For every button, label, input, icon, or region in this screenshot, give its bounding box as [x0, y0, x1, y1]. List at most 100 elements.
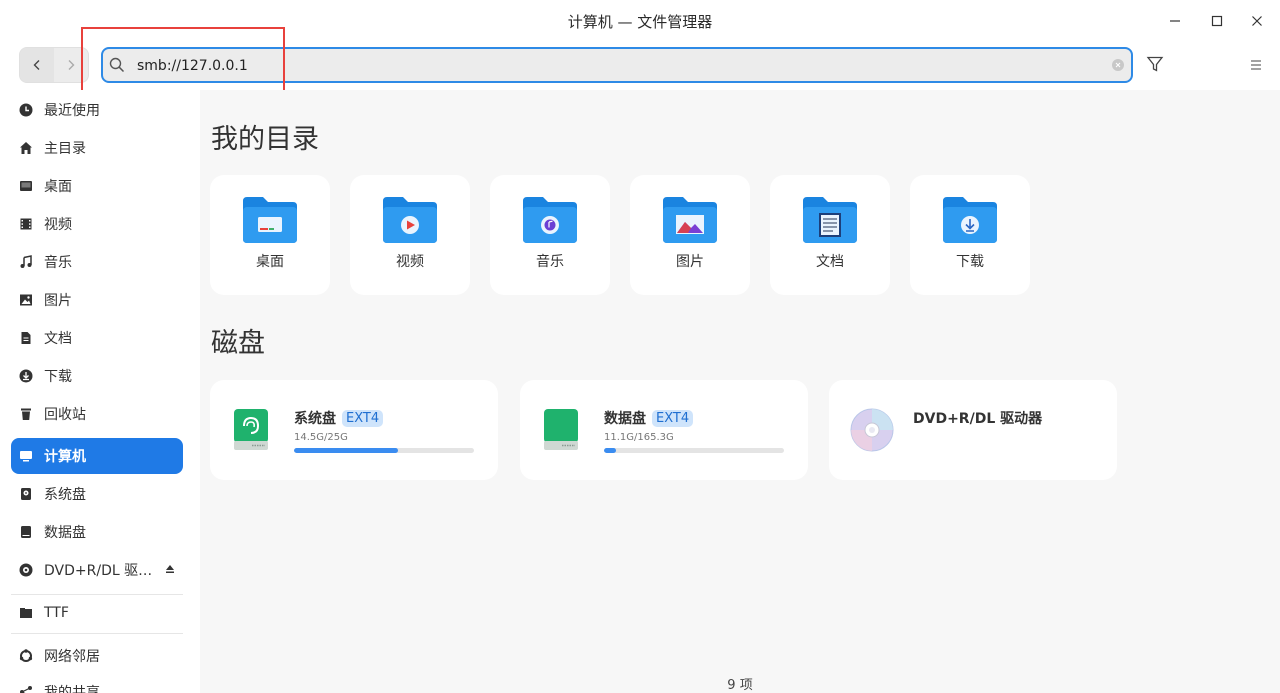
sidebar-item-label: 数据盘: [44, 525, 86, 541]
disk-usage-bar: [294, 448, 474, 453]
system-disk-icon: [234, 409, 268, 450]
folder-icon: [20, 608, 32, 618]
optical-disc-icon: [850, 408, 894, 452]
filesystem-badge: EXT4: [342, 409, 384, 427]
sidebar-item-label: 主目录: [44, 141, 86, 157]
close-button[interactable]: [1244, 8, 1270, 34]
sidebar-item-pictures[interactable]: 图片: [11, 282, 183, 318]
filter-button[interactable]: [1143, 52, 1167, 76]
home-icon: [20, 142, 32, 154]
sidebar-item-trash[interactable]: 回收站: [11, 396, 183, 432]
hamburger-icon: [1251, 60, 1261, 70]
disk-size: 11.1G/165.3G: [604, 432, 674, 443]
main-content: 我的目录 桌面 视频 音乐 图片 文档 下载 磁盘 系统盘 EXT4 14.5G…: [200, 90, 1280, 693]
sidebar-item-label: 图片: [44, 293, 72, 309]
download-icon: [19, 369, 33, 383]
main-menu-button[interactable]: [1246, 55, 1266, 75]
disk-icon: [21, 488, 31, 500]
data-disk-icon: [544, 409, 578, 450]
status-item-count: 9 项: [727, 678, 753, 693]
sidebar-item-music[interactable]: 音乐: [11, 244, 183, 280]
close-icon: [1252, 16, 1262, 26]
sidebar-item-network[interactable]: 网络邻居: [11, 638, 183, 674]
folder-card-music[interactable]: 音乐: [490, 175, 610, 295]
folder-card-desktop[interactable]: 桌面: [210, 175, 330, 295]
folder-label: 文档: [816, 254, 844, 270]
folder-card-pictures[interactable]: 图片: [630, 175, 750, 295]
search-icon: [109, 57, 125, 73]
folder-card-video[interactable]: 视频: [350, 175, 470, 295]
minimize-button[interactable]: [1162, 8, 1188, 34]
chevron-right-icon: [68, 60, 75, 70]
sidebar-item-label: 最近使用: [44, 103, 100, 119]
picture-folder-icon: [663, 197, 717, 243]
disk-usage-bar: [604, 448, 784, 453]
sidebar-item-ttf[interactable]: TTF: [11, 595, 183, 631]
sidebar-item-label: 文档: [44, 331, 72, 347]
maximize-button[interactable]: [1204, 8, 1230, 34]
folder-card-documents[interactable]: 文档: [770, 175, 890, 295]
sidebar-item-label: 网络邻居: [44, 649, 100, 665]
sidebar-item-desktop[interactable]: 桌面: [11, 168, 183, 204]
filesystem-badge: EXT4: [652, 409, 694, 427]
forward-button[interactable]: [54, 48, 88, 82]
navigation-buttons: [19, 47, 89, 83]
sidebar-item-data-disk[interactable]: 数据盘: [11, 514, 183, 550]
folder-label: 视频: [396, 254, 424, 270]
disk-size: 14.5G/25G: [294, 432, 348, 443]
window-title: 计算机 — 文件管理器: [567, 13, 713, 31]
sidebar-item-system-disk[interactable]: 系统盘: [11, 476, 183, 512]
folder-card-downloads[interactable]: 下载: [910, 175, 1030, 295]
disk-name: 系统盘 EXT4: [294, 408, 384, 428]
folder-label: 音乐: [536, 254, 564, 270]
sidebar-item-label: 音乐: [44, 255, 72, 271]
maximize-icon: [1211, 15, 1223, 27]
minimize-icon: [1170, 20, 1180, 22]
clock-icon: [19, 103, 33, 117]
download-folder-icon: [943, 197, 997, 243]
sidebar-item-label: 下载: [44, 369, 72, 385]
sidebar-item-label: 系统盘: [44, 487, 86, 503]
sidebar-item-label: 视频: [44, 217, 72, 233]
eject-icon[interactable]: [165, 564, 175, 574]
sidebar-item-video[interactable]: 视频: [11, 206, 183, 242]
disk-usage-fill: [604, 448, 617, 453]
disk-icon: [21, 526, 31, 538]
sidebar-item-label: 桌面: [44, 179, 72, 195]
address-input[interactable]: [137, 55, 1037, 77]
video-icon: [20, 218, 32, 230]
disk-card-data[interactable]: 数据盘 EXT4 11.1G/165.3G: [520, 380, 808, 480]
sidebar-item-computer[interactable]: 计算机: [11, 438, 183, 474]
music-folder-icon: [523, 197, 577, 243]
network-icon: [19, 649, 33, 662]
sidebar-item-label: DVD+R/DL 驱…: [44, 563, 153, 579]
address-bar[interactable]: [101, 47, 1133, 83]
document-icon: [21, 332, 31, 344]
sidebar-item-dvd[interactable]: DVD+R/DL 驱…: [11, 552, 183, 588]
disk-card-system[interactable]: 系统盘 EXT4 14.5G/25G: [210, 380, 498, 480]
sidebar-item-label: TTF: [44, 605, 69, 621]
sidebar-item-home[interactable]: 主目录: [11, 130, 183, 166]
music-icon: [20, 255, 32, 268]
section-title-my-directories: 我的目录: [211, 124, 319, 155]
folder-label: 图片: [676, 254, 704, 270]
video-folder-icon: [383, 197, 437, 243]
sidebar-item-my-share[interactable]: 我的共享: [11, 674, 183, 693]
sidebar-item-label: 计算机: [44, 449, 86, 465]
filter-icon: [1146, 56, 1164, 72]
clear-icon[interactable]: [1112, 59, 1124, 71]
chevron-left-icon: [33, 60, 40, 70]
title-bar: 计算机 — 文件管理器: [0, 0, 1280, 42]
sidebar-item-documents[interactable]: 文档: [11, 320, 183, 356]
back-button[interactable]: [20, 48, 54, 82]
sidebar-item-downloads[interactable]: 下载: [11, 358, 183, 394]
sidebar-divider: [11, 633, 183, 634]
document-folder-icon: [803, 197, 857, 243]
computer-icon: [20, 451, 32, 462]
section-title-disks: 磁盘: [211, 328, 265, 359]
disk-name: 数据盘 EXT4: [604, 408, 694, 428]
optical-disc-icon: [19, 563, 33, 577]
sidebar-item-recent[interactable]: 最近使用: [11, 92, 183, 128]
disk-card-dvd[interactable]: DVD+R/DL 驱动器: [829, 380, 1117, 480]
desktop-folder-icon: [243, 197, 297, 243]
